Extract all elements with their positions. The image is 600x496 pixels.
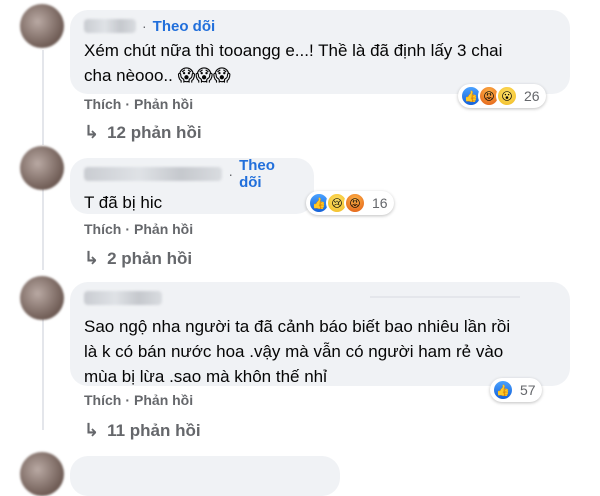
comment-actions: Thích · Phản hồi [84, 96, 193, 112]
view-replies-link[interactable]: ↳ 11 phản hồi [84, 420, 201, 441]
reply-arrow-icon: ↳ [84, 420, 100, 440]
view-replies-link[interactable]: ↳ 12 phản hồi [84, 122, 202, 143]
author-name[interactable] [84, 19, 136, 33]
reaction-count: 57 [520, 382, 536, 398]
like-button[interactable]: Thích [84, 392, 121, 408]
avatar[interactable] [20, 276, 64, 320]
reply-arrow-icon: ↳ [84, 248, 100, 268]
comment-header [84, 288, 556, 308]
thread-line [42, 50, 44, 145]
like-icon: 👍 [492, 379, 514, 401]
follow-button[interactable]: Theo dõi [239, 157, 300, 191]
separator-dot: · [125, 221, 131, 237]
comment-actions: Thích · Phản hồi [84, 392, 193, 408]
comment-bubble: · Theo dõi Xém chút nữa thì tooangg e...… [70, 10, 570, 94]
separator-dot: · [228, 166, 234, 182]
comment-text: Sao ngộ nha người ta đã cảnh báo biết ba… [84, 317, 511, 386]
replies-count-label: 2 phản hồi [107, 248, 193, 268]
reply-button[interactable]: Phản hồi [134, 96, 193, 112]
comment-text: T đã bị hic [84, 193, 163, 212]
replies-count-label: 11 phản hồi [107, 420, 201, 440]
comment-bubble: Sao ngộ nha người ta đã cảnh báo biết ba… [70, 282, 570, 386]
avatar[interactable] [20, 4, 64, 48]
reaction-summary[interactable]: 👍 😡 😮 26 [458, 84, 546, 108]
replies-count-label: 12 phản hồi [107, 122, 202, 142]
separator-dot: · [125, 96, 131, 112]
follow-button[interactable]: Theo dõi [153, 18, 216, 35]
thread-line [42, 185, 44, 270]
angry-icon: 😡 [344, 192, 366, 214]
view-replies-link[interactable]: ↳ 2 phản hồi [84, 248, 192, 269]
reply-arrow-icon: ↳ [84, 122, 100, 142]
avatar[interactable] [20, 452, 64, 496]
author-name[interactable] [84, 291, 162, 305]
reaction-summary[interactable]: 👍 57 [490, 378, 542, 402]
reply-button[interactable]: Phản hồi [134, 392, 193, 408]
comment-actions: Thích · Phản hồi [84, 221, 193, 237]
like-button[interactable]: Thích [84, 221, 121, 237]
comment-bubble: · Theo dõi T đã bị hic [70, 157, 314, 214]
avatar[interactable] [20, 146, 64, 190]
separator-dot: · [142, 18, 147, 34]
divider [370, 296, 520, 298]
reply-button[interactable]: Phản hồi [134, 221, 193, 237]
like-button[interactable]: Thích [84, 96, 121, 112]
comment-header: · Theo dõi [84, 157, 300, 191]
author-name[interactable] [84, 167, 223, 181]
comment-bubble [70, 456, 340, 496]
reaction-summary[interactable]: 👍 😢 😡 16 [306, 191, 394, 215]
comment-text: Xém chút nữa thì tooangg e...! Thề là đã… [84, 41, 503, 85]
reaction-count: 16 [372, 195, 388, 211]
separator-dot: · [125, 392, 131, 408]
reaction-count: 26 [524, 88, 540, 104]
thread-line [42, 315, 44, 430]
comment-header: · Theo dõi [84, 16, 556, 36]
wow-icon: 😮 [496, 85, 518, 107]
